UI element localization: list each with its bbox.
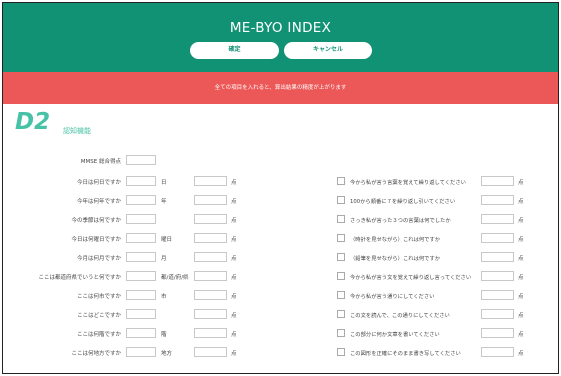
question-text: この文を読んで、この通りにしてください xyxy=(350,313,450,319)
score-input[interactable] xyxy=(481,233,514,243)
score-input[interactable] xyxy=(481,252,514,262)
score-unit: 点 xyxy=(231,332,237,338)
score-input[interactable] xyxy=(194,214,227,224)
question-checkbox[interactable] xyxy=(337,253,345,261)
score-unit: 点 xyxy=(518,313,524,319)
question-label: ここは何地方ですか xyxy=(71,351,121,357)
question-text: 今から私が言う通りにしてください xyxy=(350,294,435,300)
question-checkbox[interactable] xyxy=(337,272,345,280)
score-unit: 点 xyxy=(231,256,237,262)
question-checkbox[interactable] xyxy=(337,234,345,242)
score-input[interactable] xyxy=(481,290,514,300)
answer-input[interactable] xyxy=(126,347,156,357)
question-label: ここはどこですか xyxy=(77,313,121,319)
answer-unit: 市 xyxy=(161,294,167,300)
score-input[interactable] xyxy=(481,214,514,224)
question-label: ここは何市ですか xyxy=(76,294,121,300)
score-input[interactable] xyxy=(481,195,514,205)
answer-input[interactable] xyxy=(126,309,156,319)
score-input[interactable] xyxy=(481,328,514,338)
question-checkbox[interactable] xyxy=(337,348,345,356)
question-label: 今日は何曜日ですか xyxy=(71,237,121,243)
score-input[interactable] xyxy=(194,176,227,186)
answer-unit: 日 xyxy=(161,180,167,186)
answer-input[interactable] xyxy=(126,252,156,262)
score-unit: 点 xyxy=(518,218,524,224)
question-text: 100から順番に７を繰り返し引いてください xyxy=(350,199,456,205)
question-label: 今月は何月ですか xyxy=(76,256,121,262)
score-input[interactable] xyxy=(481,176,514,186)
score-input[interactable] xyxy=(481,271,514,281)
question-checkbox[interactable] xyxy=(337,329,345,337)
score-unit: 点 xyxy=(518,180,524,186)
answer-input[interactable] xyxy=(126,176,156,186)
question-label: 今日は何日ですか xyxy=(76,180,121,186)
score-input[interactable] xyxy=(194,290,227,300)
cancel-button[interactable]: キャンセル xyxy=(284,42,372,59)
section-code: D2 xyxy=(15,109,51,135)
answer-input[interactable] xyxy=(126,290,156,300)
answer-input[interactable] xyxy=(126,328,156,338)
score-unit: 点 xyxy=(231,275,237,281)
score-unit: 点 xyxy=(231,313,237,319)
score-unit: 点 xyxy=(518,332,524,338)
app-window: ME-BYO INDEX 確定 キャンセル 全ての項目を入れると、算出結果の精度… xyxy=(2,2,559,374)
score-input[interactable] xyxy=(481,309,514,319)
question-text: この部分に何か文章を書いてください xyxy=(350,332,440,338)
score-unit: 点 xyxy=(231,237,237,243)
score-unit: 点 xyxy=(231,218,237,224)
question-checkbox[interactable] xyxy=(337,215,345,223)
mmse-total-label: MMSE 総合得点 xyxy=(80,159,121,165)
confirm-button[interactable]: 確定 xyxy=(190,42,279,59)
question-checkbox[interactable] xyxy=(337,310,345,318)
score-unit: 点 xyxy=(231,199,237,205)
answer-input[interactable] xyxy=(126,233,156,243)
score-unit: 点 xyxy=(231,180,237,186)
header-bar: ME-BYO INDEX 確定 キャンセル xyxy=(3,3,558,72)
score-input[interactable] xyxy=(194,252,227,262)
answer-input[interactable] xyxy=(126,195,156,205)
question-label: ここは都道府県でいうと何ですか xyxy=(38,275,121,281)
answer-unit: 曜日 xyxy=(161,237,173,243)
question-text: さっき私が言った３つの言葉は何でしたか xyxy=(350,218,451,224)
mmse-total-input[interactable] xyxy=(126,155,156,165)
score-unit: 点 xyxy=(518,275,524,281)
score-input[interactable] xyxy=(194,347,227,357)
score-unit: 点 xyxy=(518,199,524,205)
question-text: （鉛筆を見せながら）これは何ですか xyxy=(350,256,441,262)
section-title: 認知機能 xyxy=(63,127,91,135)
question-checkbox[interactable] xyxy=(337,177,345,185)
score-unit: 点 xyxy=(518,237,524,243)
question-label: 今の季節は何ですか xyxy=(71,218,121,224)
question-text: 今から私が言う言葉を覚えて繰り返してください xyxy=(350,180,466,186)
score-input[interactable] xyxy=(194,195,227,205)
app-title: ME-BYO INDEX xyxy=(229,20,332,36)
score-unit: 点 xyxy=(518,256,524,262)
question-text: 今から私が言う文を覚えて繰り返し言ってください xyxy=(350,275,472,281)
question-label: 今年は何年ですか xyxy=(76,199,121,205)
question-checkbox[interactable] xyxy=(337,291,345,299)
score-input[interactable] xyxy=(194,271,227,281)
question-label: ここは何階ですか xyxy=(76,332,121,338)
question-text: この図形を正確にそのまま書き写してください xyxy=(350,351,461,357)
answer-unit: 地方 xyxy=(161,351,173,357)
answer-unit: 年 xyxy=(161,199,167,205)
score-input[interactable] xyxy=(481,347,514,357)
score-unit: 点 xyxy=(231,294,237,300)
answer-unit: 都/道/府/県 xyxy=(161,275,189,281)
score-input[interactable] xyxy=(194,309,227,319)
answer-unit: 月 xyxy=(161,256,167,262)
question-checkbox[interactable] xyxy=(337,196,345,204)
question-text: （時計を見せながら）これは何ですか xyxy=(350,237,441,243)
score-input[interactable] xyxy=(194,328,227,338)
score-unit: 点 xyxy=(518,351,524,357)
answer-input[interactable] xyxy=(126,214,156,224)
answer-unit: 階 xyxy=(161,332,167,338)
info-banner: 全ての項目を入れると、算出結果の精度が上がります xyxy=(3,72,558,104)
answer-input[interactable] xyxy=(126,271,156,281)
score-input[interactable] xyxy=(194,233,227,243)
score-unit: 点 xyxy=(231,351,237,357)
score-unit: 点 xyxy=(518,294,524,300)
